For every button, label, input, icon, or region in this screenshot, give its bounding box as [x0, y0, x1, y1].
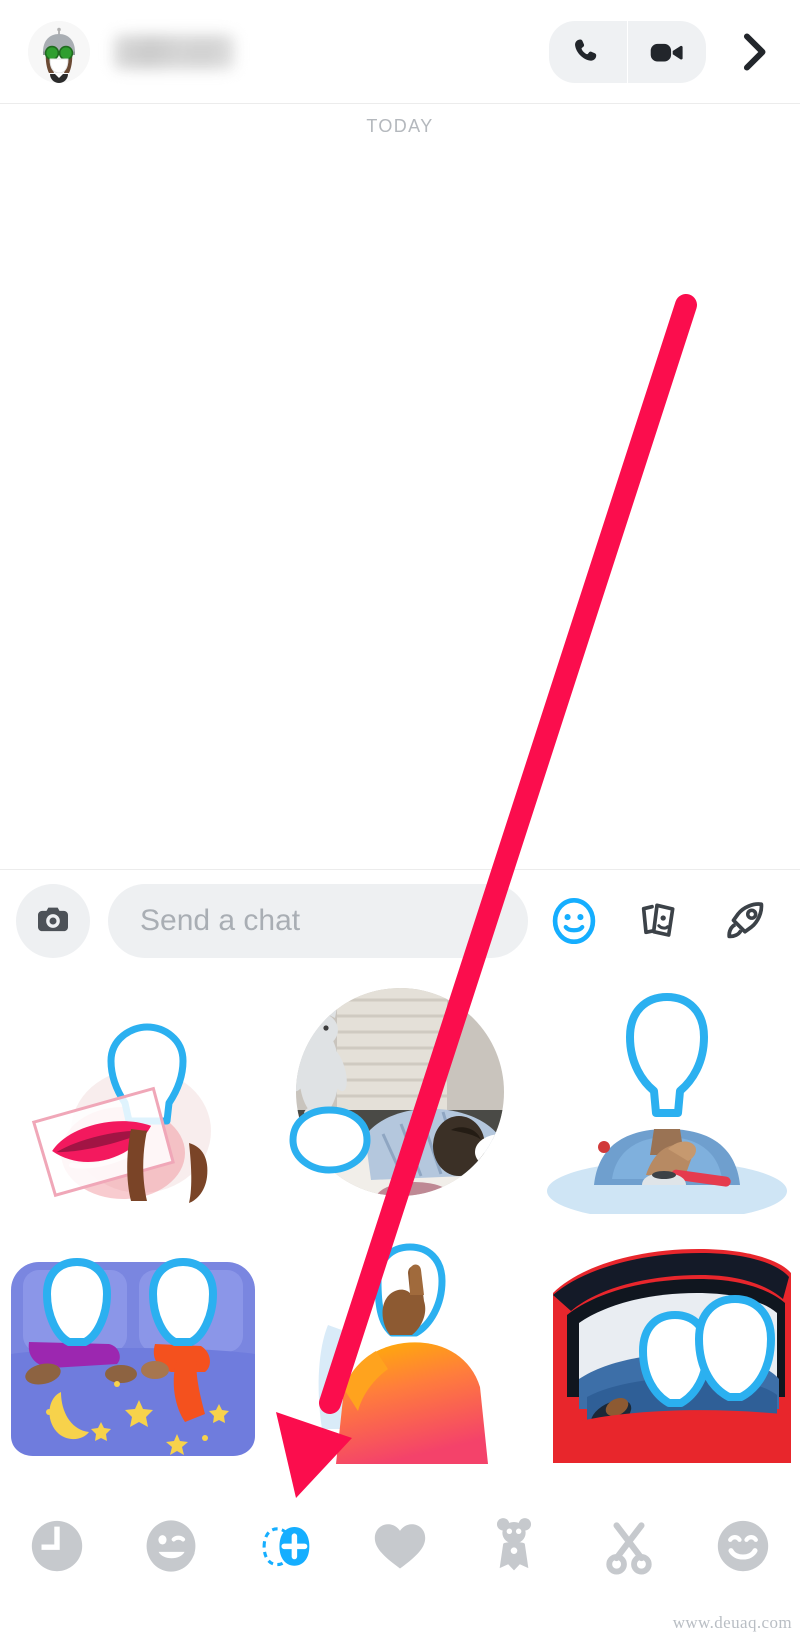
smiley-face-icon	[717, 1520, 769, 1572]
video-call-button[interactable]	[628, 21, 706, 83]
open-profile-button[interactable]	[722, 21, 786, 83]
date-divider: TODAY	[0, 104, 800, 148]
smiley-outline-icon	[552, 897, 596, 945]
sticker-lips[interactable]	[0, 971, 267, 1221]
bitmoji-cards-button[interactable]	[632, 893, 688, 949]
cat-bed-cutout-sticker-icon	[289, 987, 504, 1196]
sticker-grid	[0, 971, 800, 1471]
chat-header	[0, 0, 800, 104]
chat-input-bar: Send a chat	[0, 871, 800, 971]
camera-button[interactable]	[16, 884, 90, 958]
bitmoji-cards-icon	[641, 903, 675, 937]
create-cutout-plus-icon	[262, 1527, 310, 1567]
microphone-button[interactable]	[476, 902, 502, 941]
phone-icon	[575, 39, 597, 61]
sticker-button[interactable]	[546, 893, 602, 949]
lips-cutout-sticker-icon	[32, 1023, 212, 1203]
sidebar-item-recent[interactable]	[14, 1508, 100, 1584]
date-divider-label: TODAY	[366, 115, 434, 136]
sidebar-item-smileys[interactable]	[700, 1508, 786, 1584]
sticker-pointing[interactable]	[267, 1221, 534, 1471]
rocket-button[interactable]	[718, 893, 774, 949]
camera-icon	[38, 907, 68, 932]
message-list[interactable]	[0, 148, 800, 870]
sidebar-item-emoji[interactable]	[128, 1508, 214, 1584]
peer-name[interactable]	[114, 34, 234, 69]
bitmoji-avatar-icon	[28, 20, 90, 83]
rocket-icon	[727, 902, 764, 939]
red-car-cutout-sticker-icon	[552, 1248, 791, 1463]
sticker-cat-bed[interactable]	[267, 971, 534, 1221]
sticker-denim-table[interactable]	[533, 971, 800, 1221]
sidebar-item-create-cutout[interactable]	[243, 1508, 329, 1584]
scissors-icon	[605, 1522, 652, 1575]
heart-icon	[374, 1524, 426, 1569]
chat-input-placeholder: Send a chat	[140, 904, 301, 937]
sidebar-item-bitmoji[interactable]	[471, 1508, 557, 1584]
voice-call-button[interactable]	[549, 21, 627, 83]
pointing-person-cutout-sticker-icon	[318, 1243, 488, 1464]
chat-screen: TODAY Send a chat www.deuaq.com	[0, 0, 800, 1639]
video-camera-icon	[650, 43, 683, 61]
bed-stars-cutout-sticker-icon	[11, 1258, 256, 1456]
call-actions-pill	[549, 20, 706, 83]
watermark: www.deuaq.com	[672, 1613, 792, 1632]
winking-face-icon	[147, 1520, 196, 1572]
sticker-bed-stars[interactable]	[0, 1221, 267, 1471]
avatar[interactable]	[28, 20, 90, 83]
input-action-icons	[546, 893, 774, 949]
chevron-right-icon	[743, 32, 766, 71]
sidebar-item-favorites[interactable]	[357, 1508, 443, 1584]
sidebar-item-cutouts[interactable]	[586, 1508, 672, 1584]
chat-input-field[interactable]: Send a chat	[108, 884, 528, 958]
clock-icon	[31, 1520, 83, 1572]
bitmoji-bear-icon	[497, 1518, 532, 1571]
sticker-red-car[interactable]	[533, 1221, 800, 1471]
denim-table-cutout-sticker-icon	[546, 992, 787, 1214]
microphone-icon	[480, 904, 498, 933]
